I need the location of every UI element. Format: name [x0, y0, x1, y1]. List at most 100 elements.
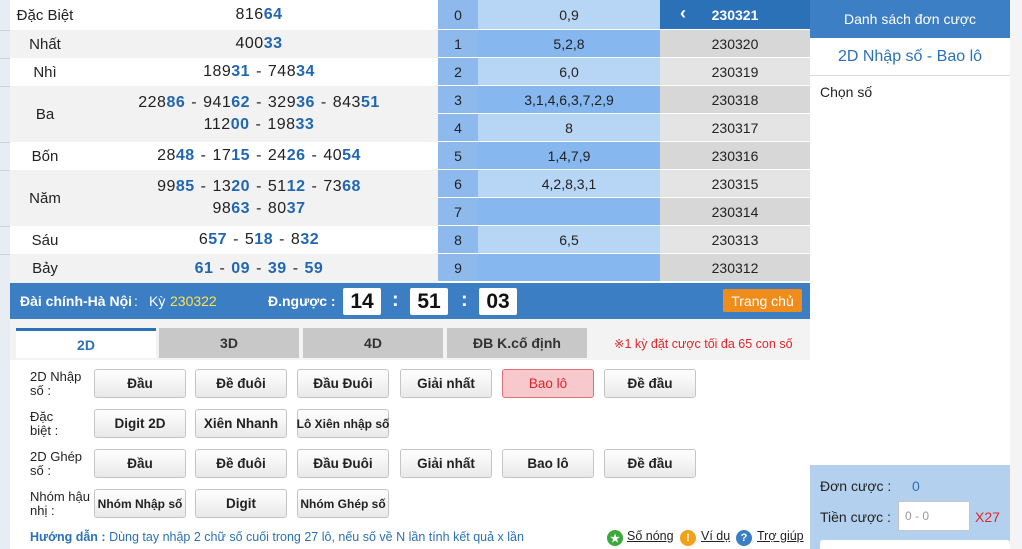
- number-head: 198: [267, 116, 296, 133]
- prize-numbers: 9985-1320-5112-7368 9863-8037: [80, 170, 438, 226]
- number-separator: -: [233, 231, 239, 248]
- period-item[interactable]: 230316: [660, 142, 810, 170]
- bet-button-ghep_so-5[interactable]: Đề đầu: [604, 449, 696, 478]
- head-values: 4,2,8,3,1: [478, 170, 660, 198]
- tab-3d[interactable]: 3D: [159, 328, 299, 358]
- lottery-number: 4054: [323, 147, 361, 164]
- bet-button-ghep_so-0[interactable]: Đầu: [94, 449, 186, 478]
- lottery-number: 94162: [203, 94, 250, 111]
- lottery-number: 22886: [138, 94, 185, 111]
- period-number: 230321: [711, 6, 759, 23]
- head-values: 8: [478, 114, 660, 142]
- lottery-number: 9985: [157, 178, 195, 195]
- strip-divider: [0, 86, 10, 87]
- number-head: 748: [267, 63, 297, 80]
- period-number: 230313: [711, 231, 759, 248]
- home-button[interactable]: Trang chủ: [723, 289, 802, 312]
- countdown-seconds: 03: [479, 288, 517, 315]
- number-tail: 54: [342, 147, 361, 164]
- prize-row: Năm 9985-1320-5112-7368 9863-8037: [10, 170, 438, 226]
- group-label-ghep-so: 2D Ghép số :: [30, 449, 83, 478]
- period-item[interactable]: 230314: [660, 198, 810, 226]
- bet-amount-label: Tiền cược :: [820, 509, 891, 525]
- tab-2d[interactable]: 2D: [16, 328, 156, 358]
- bet-button-ghep_so-2[interactable]: Đầu Đuôi: [297, 449, 389, 478]
- period-number: 230312: [711, 259, 759, 276]
- example-link[interactable]: Ví dụ: [701, 529, 730, 543]
- bet-button-nhap_so-5[interactable]: Đề đầu: [604, 369, 696, 398]
- period-item[interactable]: 230319: [660, 58, 810, 86]
- number-tail: 62: [231, 94, 251, 111]
- head-row: 9: [438, 254, 660, 282]
- bet-button-nhom_hau-0[interactable]: Nhóm Nhập số: [94, 489, 186, 518]
- number-head: 228: [138, 94, 167, 111]
- period-item[interactable]: 230318: [660, 86, 810, 114]
- guide-label: Hướng dẫn :: [30, 530, 106, 544]
- prize-numbers: 657-518-832: [80, 226, 438, 254]
- tab-db-fixed[interactable]: ĐB K.cố định: [447, 328, 587, 358]
- prize-row: Bảy 61-09-39-59: [10, 254, 438, 283]
- bet-amount-input[interactable]: [898, 501, 970, 531]
- tab-4d[interactable]: 4D: [303, 328, 443, 358]
- lottery-number: 5112: [268, 178, 306, 195]
- bet-button-nhap_so-4[interactable]: Bao lô: [502, 369, 594, 398]
- bet-list-title: Danh sách đơn cược: [810, 0, 1010, 38]
- period-item-active[interactable]: ‹ 230321: [660, 0, 810, 30]
- number-head: 6: [198, 231, 209, 248]
- bet-button-dac_biet-2[interactable]: Lô Xiên nhập số: [297, 409, 389, 438]
- number-head: 816: [235, 6, 264, 23]
- lottery-number: 1715: [212, 147, 250, 164]
- bet-button-ghep_so-3[interactable]: Giải nhất: [400, 449, 492, 478]
- number-line: 18931-74834: [203, 61, 315, 83]
- bet-button-nhom_hau-2[interactable]: Nhóm Ghép số: [297, 489, 389, 518]
- chevron-left-icon[interactable]: ‹: [680, 3, 686, 24]
- period-item[interactable]: 230320: [660, 30, 810, 58]
- number-head: 28: [157, 147, 176, 164]
- number-separator: -: [311, 178, 318, 195]
- status-separator: :: [134, 293, 138, 309]
- number-tail: 00: [230, 116, 250, 133]
- prize-numbers: 61-09-39-59: [80, 254, 438, 283]
- number-tail: 20: [231, 178, 251, 195]
- strip-divider: [0, 170, 10, 171]
- prize-row: Nhì 18931-74834: [10, 58, 438, 86]
- period-item[interactable]: 230313: [660, 226, 810, 254]
- number-separator: -: [255, 116, 262, 133]
- bet-button-dac_biet-0[interactable]: Digit 2D: [94, 409, 186, 438]
- bet-type-panel: 2D Nhập số : Đặc biệt : 2D Ghép số : Nhóm h…: [10, 360, 810, 549]
- bet-button-nhap_so-0[interactable]: Đầu: [94, 369, 186, 398]
- lottery-number: 19833: [267, 116, 314, 133]
- group-label-dac-biet: Đặc biệt :: [30, 409, 59, 438]
- lottery-number: 40033: [236, 35, 283, 52]
- prize-numbers: 2848-1715-2426-4054: [80, 142, 438, 170]
- period-item[interactable]: 230312: [660, 254, 810, 282]
- hot-numbers-link[interactable]: Số nóng: [627, 529, 674, 543]
- bet-submit-area[interactable]: [820, 540, 1010, 549]
- bet-button-nhom_hau-1[interactable]: Digit: [195, 489, 287, 518]
- right-edge-scroll: [1010, 0, 1022, 549]
- prize-name: Ba: [35, 105, 55, 123]
- bet-button-dac_biet-1[interactable]: Xiên Nhanh: [195, 409, 287, 438]
- bet-button-nhap_so-2[interactable]: Đầu Đuôi: [297, 369, 389, 398]
- period-item[interactable]: 230317: [660, 114, 810, 142]
- number-tail: 31: [231, 63, 251, 80]
- head-index: 1: [438, 30, 478, 58]
- prize-numbers: 22886-94162-32936-84351 11200-19833: [80, 86, 438, 142]
- number-line: 22886-94162-32936-84351: [138, 92, 379, 114]
- help-link[interactable]: Trợ giúp: [757, 529, 804, 543]
- lottery-number: 832: [291, 231, 319, 248]
- bet-button-ghep_so-1[interactable]: Đề đuôi: [195, 449, 287, 478]
- number-picker-area: Chọn số: [810, 76, 1010, 465]
- head-values: 6,5: [478, 226, 660, 254]
- head-index: 4: [438, 114, 478, 142]
- bet-button-nhap_so-3[interactable]: Giải nhất: [400, 369, 492, 398]
- lottery-number: 61: [195, 260, 214, 277]
- countdown-minutes: 51: [410, 288, 448, 315]
- bet-button-nhap_so-1[interactable]: Đề đuôi: [195, 369, 287, 398]
- number-tail: 33: [263, 35, 283, 52]
- head-index: 2: [438, 58, 478, 86]
- number-head: 98: [212, 200, 232, 217]
- period-item[interactable]: 230315: [660, 170, 810, 198]
- bet-button-ghep_so-4[interactable]: Bao lô: [502, 449, 594, 478]
- prize-numbers: 81664: [80, 0, 438, 30]
